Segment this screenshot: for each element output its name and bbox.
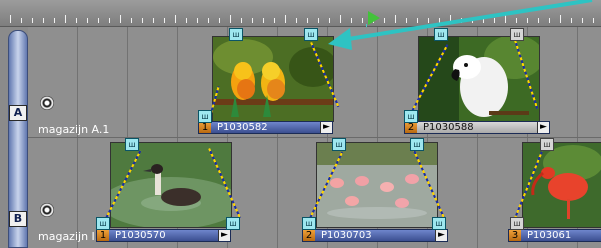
clip-name: P103061 (527, 230, 572, 241)
ruler-tick (65, 15, 66, 23)
ruler-tick (76, 18, 77, 23)
fade-handle-icon[interactable]: ш (332, 138, 346, 151)
clip-thumbnail-grebe[interactable] (110, 142, 232, 228)
ruler-tick (285, 15, 286, 23)
ruler-tick (153, 18, 154, 23)
clip-end-arrow-icon[interactable]: ► (218, 230, 230, 241)
fade-handle-icon[interactable]: ш (302, 217, 316, 230)
ruler-tick (274, 18, 275, 23)
ruler-tick (263, 18, 264, 23)
flamingos-image (317, 143, 437, 227)
ruler-tick (120, 15, 121, 23)
clip-bar-p1030570[interactable]: 1 P1030570 ► (96, 229, 231, 242)
ruler-tick (109, 18, 110, 23)
fade-handle-icon[interactable]: ш (432, 217, 446, 230)
clip-end-arrow-icon[interactable]: ► (537, 122, 549, 133)
clip-end-arrow-icon[interactable]: ► (435, 230, 447, 241)
clip-bar-p1030588[interactable]: 2 P1030588 ► (404, 121, 550, 134)
track-b-settings-icon[interactable] (40, 203, 54, 217)
ruler-tick (186, 18, 187, 23)
fade-handle-icon[interactable]: ш (198, 110, 212, 123)
clip-bar-p103061[interactable]: 3 P103061 (508, 229, 601, 242)
fade-handle-icon[interactable]: ш (229, 28, 243, 41)
ruler-tick (318, 18, 319, 23)
ruler-tick (252, 18, 253, 23)
clip-number: 1 (199, 122, 211, 133)
clip-thumbnail-ibis[interactable] (522, 142, 601, 228)
ruler-tick (230, 15, 231, 23)
annotation-arrow-icon (328, 0, 593, 50)
ruler-tick (21, 18, 22, 23)
ruler-tick (219, 18, 220, 23)
clip-number: 2 (405, 122, 417, 133)
fade-handle-icon[interactable]: ш (125, 138, 139, 151)
clip-thumbnail-parakeets[interactable] (212, 36, 334, 122)
ruler-tick (164, 18, 165, 23)
ruler-tick (307, 18, 308, 23)
clip-bar-p1030582[interactable]: 1 P1030582 ► (198, 121, 333, 134)
fade-handle-icon[interactable]: ш (96, 217, 110, 230)
ruler-tick (43, 18, 44, 23)
clip-bar-p1030703[interactable]: 2 P1030703 ► (302, 229, 448, 242)
clip-number: 2 (303, 230, 315, 241)
fade-handle-icon[interactable]: ш (510, 217, 524, 230)
ruler-tick (197, 18, 198, 23)
track-a-label: magazijn A.1 (38, 123, 110, 136)
fade-handle-icon[interactable]: ш (226, 217, 240, 230)
clip-name: P1030582 (217, 122, 268, 133)
fade-handle-icon[interactable]: ш (410, 138, 424, 151)
clip-name: P1030588 (423, 122, 474, 133)
fade-handle-icon[interactable]: ш (404, 110, 418, 123)
ruler-tick (32, 18, 33, 23)
fade-handle-icon[interactable]: ш (304, 28, 318, 41)
track-a-settings-icon[interactable] (40, 96, 54, 110)
ibis-image (523, 143, 601, 227)
clip-number: 1 (97, 230, 109, 241)
clip-end-arrow-icon[interactable]: ► (320, 122, 332, 133)
clip-name: P1030703 (321, 230, 372, 241)
ruler-tick (241, 18, 242, 23)
ruler-tick (142, 18, 143, 23)
ruler-tick (131, 18, 132, 23)
clip-name: P1030570 (115, 230, 166, 241)
clip-number: 3 (509, 230, 521, 241)
ruler-tick (54, 18, 55, 23)
ruler-tick (208, 18, 209, 23)
ruler-tick (87, 18, 88, 23)
clip-thumbnail-flamingos[interactable] (316, 142, 438, 228)
fade-handle-icon[interactable]: ш (540, 138, 554, 151)
lane-b-button[interactable]: B (9, 211, 27, 227)
lane-a-button[interactable]: A (9, 105, 27, 121)
ruler-tick (10, 15, 11, 23)
ruler-tick (296, 18, 297, 23)
ruler-tick (98, 18, 99, 23)
ruler-tick (175, 15, 176, 23)
